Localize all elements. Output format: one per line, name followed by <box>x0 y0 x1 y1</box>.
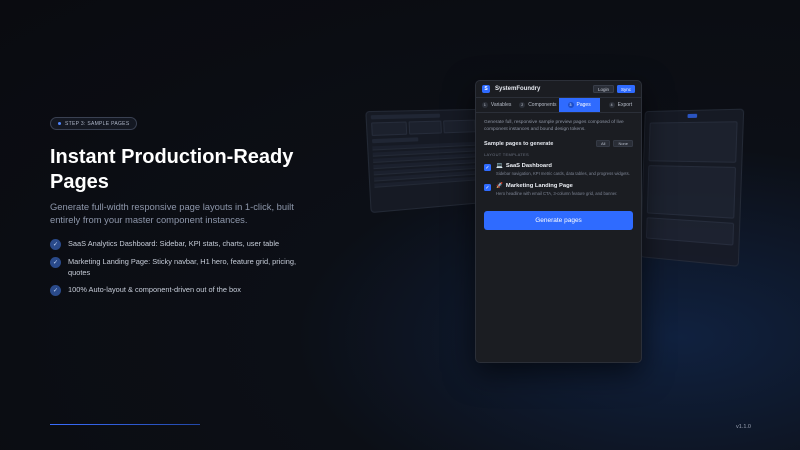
template-option-saas-dashboard[interactable]: ✓ 💻 SaaS Dashboard Sidebar navigation, K… <box>484 163 633 177</box>
panel-body: Generate full, responsive sample preview… <box>476 113 641 236</box>
generate-pages-button[interactable]: Generate pages <box>484 211 633 230</box>
login-button[interactable]: Login <box>592 85 614 93</box>
tab-number: 1 <box>481 102 488 108</box>
preview-pill <box>687 113 698 119</box>
rocket-icon: 🚀 <box>496 183 503 189</box>
plugin-panel: S SystemFoundry Login Sync 1 Variables 2… <box>475 80 642 363</box>
tab-label: Components <box>528 102 557 108</box>
step-tabs: 1 Variables 2 Components 3 Pages 4 Expor… <box>476 98 641 113</box>
preview-kpi <box>443 119 476 134</box>
feature-item: ✓ SaaS Analytics Dashboard: Sidebar, KPI… <box>50 239 320 250</box>
template-option-marketing-landing[interactable]: ✓ 🚀 Marketing Landing Page Hero headline… <box>484 183 633 197</box>
template-name: Marketing Landing Page <box>505 183 573 189</box>
step-dot-icon <box>58 122 61 125</box>
group-label: LAYOUT TEMPLATES <box>484 152 529 157</box>
panel-header: S SystemFoundry Login Sync <box>476 81 641 98</box>
feature-item: ✓ 100% Auto-layout & component-driven ou… <box>50 285 320 296</box>
section-title: Sample pages to generate <box>484 140 554 147</box>
tab-pages[interactable]: 3 Pages <box>558 98 600 112</box>
feature-text: 100% Auto-layout & component-driven out … <box>68 285 241 294</box>
preview-banner-block <box>646 217 735 246</box>
select-none-button[interactable]: None <box>613 140 633 147</box>
tab-number: 4 <box>608 102 615 108</box>
feature-text: Marketing Landing Page: Sticky navbar, H… <box>68 257 297 277</box>
preview-bar <box>370 113 440 120</box>
landing-preview-thumbnail <box>640 108 745 267</box>
check-circle-icon: ✓ <box>50 257 61 268</box>
pages-description: Generate full, responsive sample preview… <box>484 120 624 132</box>
select-all-button[interactable]: All <box>595 140 611 147</box>
preview-grid-block <box>646 165 737 219</box>
version-label: v1.1.0 <box>736 424 751 430</box>
check-circle-icon: ✓ <box>50 239 61 250</box>
sync-button[interactable]: Sync <box>616 85 635 93</box>
slide-progress-line <box>50 424 200 425</box>
checkbox-checked-icon[interactable]: ✓ <box>484 184 491 191</box>
template-text: 🚀 Marketing Landing Page Hero headline w… <box>496 183 636 197</box>
section-header: Sample pages to generate All None <box>484 140 633 147</box>
preview-hero-block <box>648 121 738 163</box>
tab-number: 2 <box>519 102 526 108</box>
preview-kpi-row <box>371 119 476 136</box>
brand-logo-icon: S <box>482 85 490 93</box>
checkbox-checked-icon[interactable]: ✓ <box>484 164 491 171</box>
template-title: 🚀 Marketing Landing Page <box>496 183 636 189</box>
preview-kpi <box>408 120 443 135</box>
tab-label: Export <box>617 102 633 108</box>
feature-item: ✓ Marketing Landing Page: Sticky navbar,… <box>50 257 320 278</box>
laptop-icon: 💻 <box>496 163 503 169</box>
check-circle-icon: ✓ <box>50 285 61 296</box>
preview-bar <box>371 137 419 144</box>
tab-number: 3 <box>567 102 574 108</box>
template-name: SaaS Dashboard <box>505 163 552 169</box>
dashboard-preview-thumbnail <box>365 108 484 214</box>
brand-name: SystemFoundry <box>495 86 541 92</box>
tab-label: Variables <box>490 102 512 108</box>
template-title: 💻 SaaS Dashboard <box>496 163 636 169</box>
step-badge-label: STEP 3: SAMPLE PAGES <box>65 120 130 127</box>
hero-title: Instant Production-Ready Pages <box>50 146 294 193</box>
tab-export[interactable]: 4 Export <box>600 98 641 112</box>
tab-variables[interactable]: 1 Variables <box>476 98 517 112</box>
template-text: 💻 SaaS Dashboard Sidebar navigation, KPI… <box>496 163 636 177</box>
step-badge: STEP 3: SAMPLE PAGES <box>50 117 138 130</box>
template-description: Hero headline with email CTA, 3-column f… <box>496 191 618 196</box>
preview-kpi <box>371 121 407 136</box>
tab-label: Pages <box>576 102 591 108</box>
tab-components[interactable]: 2 Components <box>517 98 558 112</box>
feature-text: SaaS Analytics Dashboard: Sidebar, KPI s… <box>68 239 280 248</box>
hero-subtitle: Generate full-width responsive page layo… <box>50 201 294 225</box>
feature-list: ✓ SaaS Analytics Dashboard: Sidebar, KPI… <box>50 239 320 303</box>
template-description: Sidebar navigation, KPI metric cards, da… <box>496 171 630 176</box>
